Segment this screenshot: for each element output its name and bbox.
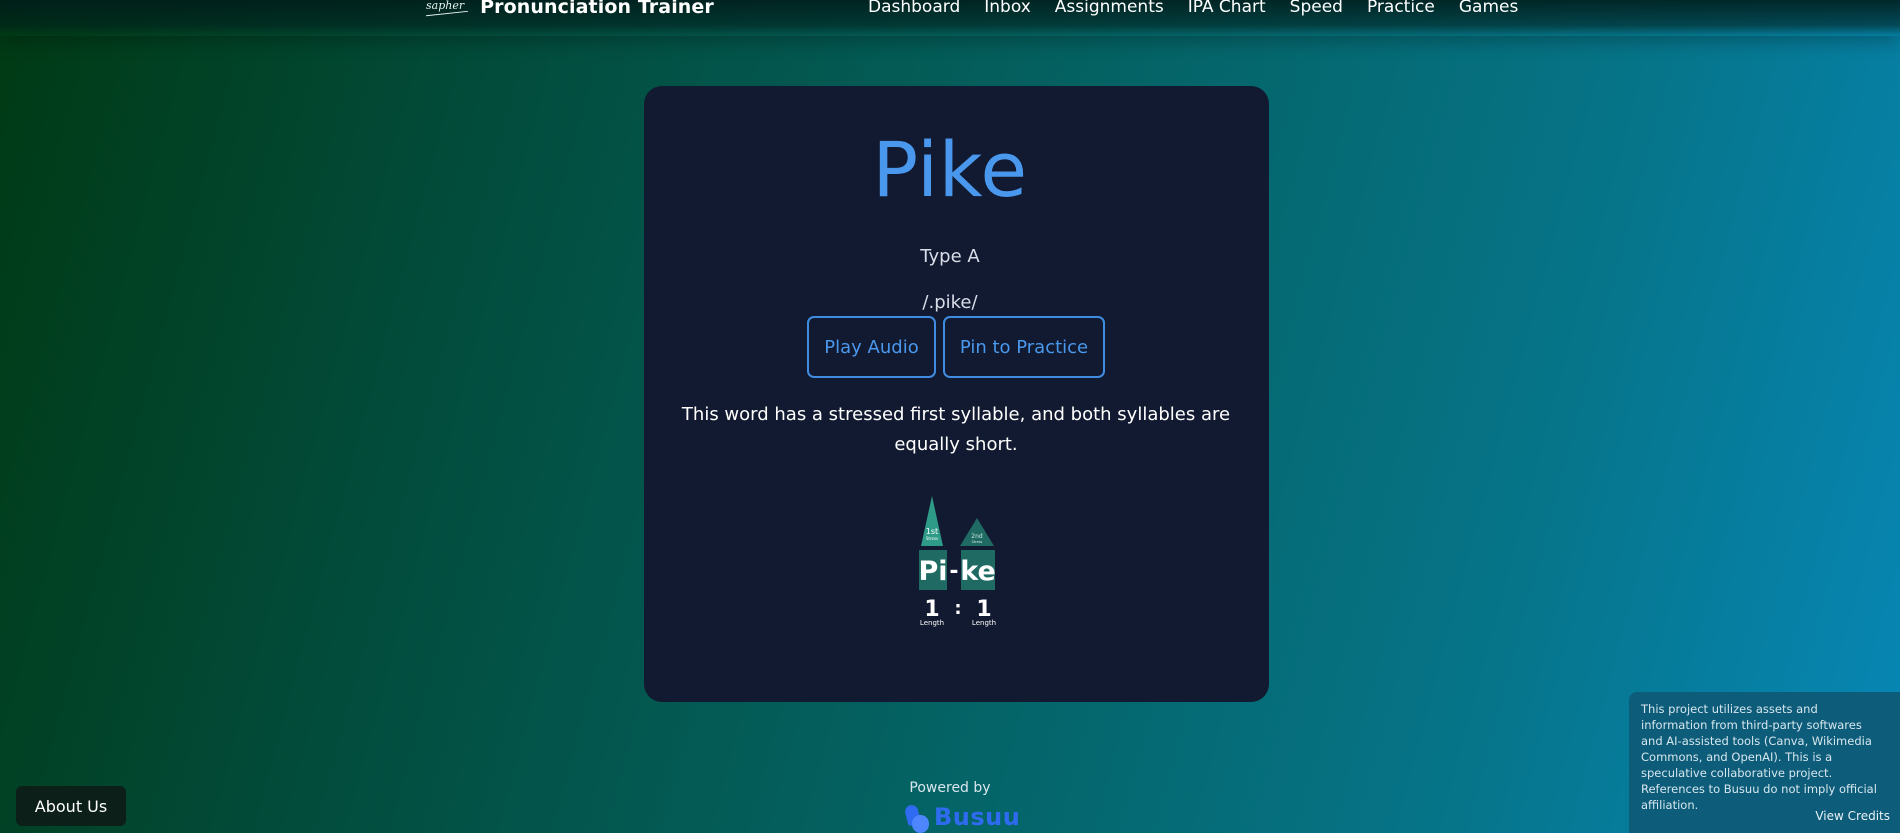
stress-pattern-graphic: 1st Stress 2nd Stress Pi - ke 1 : 1 Leng… bbox=[918, 496, 996, 627]
nav-ipa-chart[interactable]: IPA Chart bbox=[1188, 0, 1266, 17]
nav-games[interactable]: Games bbox=[1459, 0, 1518, 17]
app-title: Pronunciation Trainer bbox=[480, 0, 714, 18]
nav-assignments[interactable]: Assignments bbox=[1055, 0, 1164, 17]
credits-disclaimer: This project utilizes assets and informa… bbox=[1641, 702, 1877, 812]
syllable-1: Pi bbox=[918, 556, 947, 587]
pin-to-practice-button[interactable]: Pin to Practice bbox=[943, 316, 1105, 378]
length-label-1: Length bbox=[920, 619, 944, 627]
syllable-hyphen: - bbox=[949, 559, 958, 584]
ipa-transcription: /.pike/ bbox=[922, 292, 978, 313]
busuu-logo[interactable]: Busuu bbox=[903, 801, 1021, 833]
powered-by-label: Powered by bbox=[909, 780, 991, 796]
view-credits-link[interactable]: View Credits bbox=[1815, 809, 1890, 823]
nav-practice[interactable]: Practice bbox=[1367, 0, 1435, 17]
nav-inbox[interactable]: Inbox bbox=[984, 0, 1031, 17]
nav-speed[interactable]: Speed bbox=[1290, 0, 1343, 17]
word-type-label: Type A bbox=[920, 246, 980, 267]
length-label-2: Length bbox=[972, 619, 996, 627]
syllable-2: ke bbox=[960, 556, 996, 587]
sapher-logo: sapher bbox=[426, 0, 465, 12]
busuu-wordmark: Busuu bbox=[934, 803, 1021, 831]
top-nav: sapher Pronunciation Trainer Dashboard I… bbox=[0, 0, 1900, 36]
second-stress-label: 2nd bbox=[971, 533, 983, 540]
busuu-mark-icon bbox=[903, 801, 930, 833]
nav-dashboard[interactable]: Dashboard bbox=[868, 0, 960, 17]
word-title: Pike bbox=[872, 125, 1028, 214]
second-stress-sublabel: Stress bbox=[972, 540, 983, 544]
play-audio-button[interactable]: Play Audio bbox=[807, 316, 936, 378]
first-stress-sublabel: Stress bbox=[926, 536, 938, 541]
ratio-separator: : bbox=[954, 598, 961, 619]
brand[interactable]: sapher Pronunciation Trainer bbox=[426, 0, 714, 18]
credits-panel: This project utilizes assets and informa… bbox=[1629, 692, 1900, 833]
nav-links: Dashboard Inbox Assignments IPA Chart Sp… bbox=[868, 0, 1542, 17]
word-description: This word has a stressed first syllable,… bbox=[681, 404, 1231, 455]
first-stress-label: 1st bbox=[926, 527, 938, 536]
